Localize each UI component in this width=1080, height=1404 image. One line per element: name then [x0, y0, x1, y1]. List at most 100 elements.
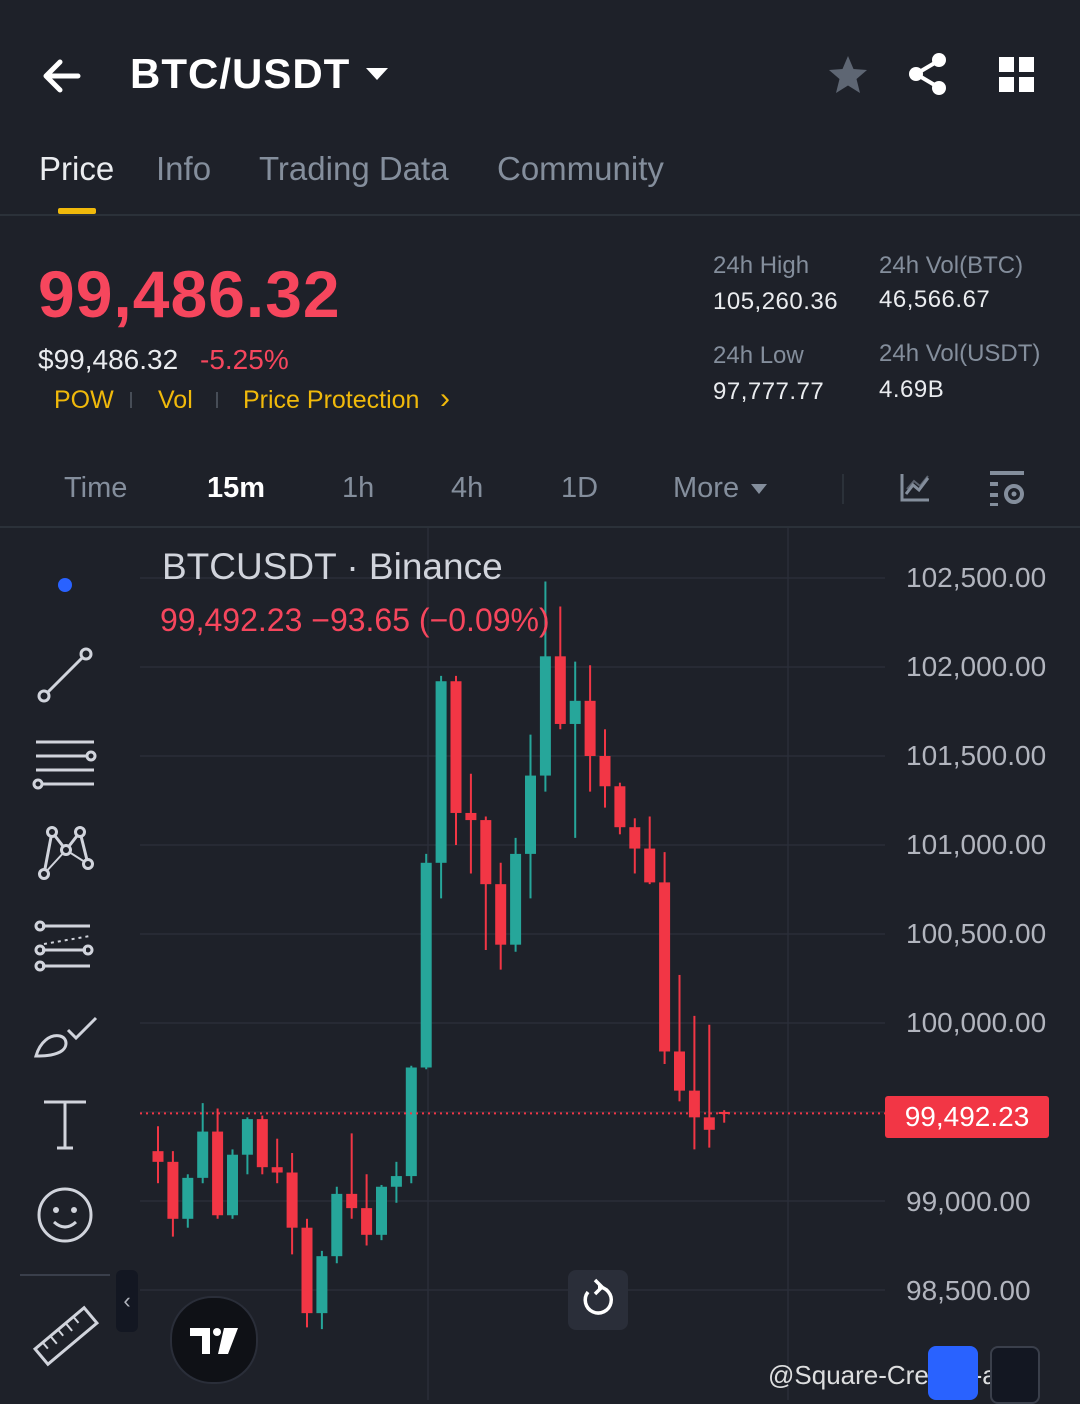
candle-body	[703, 1117, 715, 1130]
favorite-button[interactable]	[824, 52, 872, 100]
candle	[629, 818, 641, 874]
y-tick-label: 102,000.00	[906, 651, 1047, 682]
candle-body	[495, 884, 507, 945]
share-button[interactable]	[904, 50, 952, 98]
tag-separator	[216, 392, 218, 408]
interval-1h[interactable]: 1h	[342, 472, 374, 505]
candle-body	[197, 1131, 209, 1178]
candle-body	[674, 1051, 685, 1091]
candle-body	[644, 848, 656, 883]
candle	[376, 1184, 387, 1241]
layout-button[interactable]	[996, 54, 1038, 96]
candle	[346, 1133, 358, 1219]
auto-scale-button[interactable]	[928, 1346, 978, 1400]
stat-low-value: 97,777.77	[713, 378, 825, 405]
candle	[569, 661, 581, 838]
candle-body	[539, 656, 551, 776]
candle	[390, 1161, 402, 1203]
tab-community[interactable]: Community	[497, 150, 664, 188]
refresh-icon	[583, 1278, 613, 1315]
horizontal-lines-icon[interactable]	[30, 730, 102, 802]
tab-price[interactable]: Price	[39, 150, 114, 188]
chart-title: BTCUSDT · Binance	[162, 546, 503, 587]
caret-down-icon[interactable]	[750, 482, 768, 500]
ruler-icon[interactable]	[30, 1300, 102, 1372]
interval-more[interactable]: More	[673, 472, 739, 505]
candle-body	[256, 1119, 268, 1168]
candle-body	[331, 1193, 343, 1257]
candle-body	[420, 862, 432, 1068]
interval-1d[interactable]: 1D	[561, 472, 598, 505]
y-tick-label: 98,500.00	[906, 1275, 1031, 1306]
caret-down-icon[interactable]	[364, 64, 390, 89]
collapse-toolbar-button[interactable]: ‹	[116, 1270, 138, 1332]
candle	[614, 782, 626, 835]
text-icon[interactable]	[30, 1090, 102, 1162]
tag-vol[interactable]: Vol	[158, 386, 193, 415]
tag-separator	[130, 392, 132, 408]
candle	[316, 1250, 328, 1330]
candle-body	[301, 1227, 313, 1314]
tag-price-protection[interactable]: Price Protection	[243, 386, 419, 415]
log-scale-button[interactable]	[990, 1346, 1040, 1404]
candle-body	[584, 700, 596, 756]
interval-time[interactable]: Time	[64, 472, 127, 505]
candle-body	[212, 1131, 224, 1216]
candle	[227, 1149, 238, 1219]
chevron-right-icon[interactable]: ›	[440, 382, 450, 416]
candle-body	[227, 1154, 238, 1216]
candle-body	[525, 775, 536, 854]
candle	[331, 1186, 343, 1264]
chart-settings-icon[interactable]	[988, 468, 1028, 513]
candle	[271, 1138, 283, 1184]
candle-body	[569, 700, 581, 724]
candle-body	[361, 1208, 373, 1235]
cursor-dot-icon[interactable]	[58, 578, 72, 592]
pattern-icon[interactable]	[30, 818, 102, 890]
y-tick-label: 99,000.00	[906, 1186, 1031, 1217]
last-price: 99,486.32	[38, 257, 341, 331]
candle	[405, 1065, 417, 1184]
candle-body	[435, 681, 447, 863]
tab-info[interactable]: Info	[156, 150, 211, 188]
candle	[554, 606, 566, 730]
emoji-icon[interactable]	[30, 1180, 102, 1252]
interval-4h[interactable]: 4h	[451, 472, 483, 505]
candle	[152, 1126, 164, 1184]
candle	[420, 853, 432, 1070]
tag-pow[interactable]: POW	[54, 386, 114, 415]
candle	[703, 1024, 715, 1148]
candle	[480, 816, 492, 951]
candle-body	[167, 1161, 179, 1219]
back-button[interactable]	[36, 48, 92, 104]
fiat-price: $99,486.32	[38, 344, 179, 375]
candle-body	[659, 882, 671, 1052]
tab-trading-data[interactable]: Trading Data	[259, 150, 449, 188]
y-tick-label: 101,500.00	[906, 740, 1047, 771]
interval-15m[interactable]: 15m	[207, 472, 265, 505]
projection-icon[interactable]	[30, 910, 102, 982]
stat-high-label: 24h High	[713, 252, 810, 279]
trend-line-icon[interactable]	[30, 642, 102, 714]
indicator-chart-icon[interactable]	[898, 470, 932, 509]
reset-chart-button[interactable]	[568, 1270, 628, 1330]
candle	[674, 974, 685, 1102]
candle	[435, 675, 447, 899]
stat-vol-usdt-label: 24h Vol(USDT)	[879, 340, 1041, 367]
candle	[197, 1103, 209, 1184]
candle	[688, 1015, 700, 1150]
current-price-tag: 99,492.23	[885, 1096, 1049, 1138]
candle	[644, 816, 656, 885]
candle	[450, 675, 462, 845]
pair-title[interactable]: BTC/USDT	[130, 50, 350, 98]
candle-body	[271, 1167, 283, 1173]
candle-body	[376, 1186, 387, 1235]
candle	[510, 837, 522, 952]
candle	[599, 729, 611, 808]
candle-body	[450, 681, 462, 813]
candle-body	[316, 1256, 328, 1314]
stat-high-value: 105,260.36	[713, 288, 839, 315]
candle	[495, 862, 507, 970]
candle	[584, 665, 596, 792]
brush-icon[interactable]	[30, 1004, 102, 1076]
